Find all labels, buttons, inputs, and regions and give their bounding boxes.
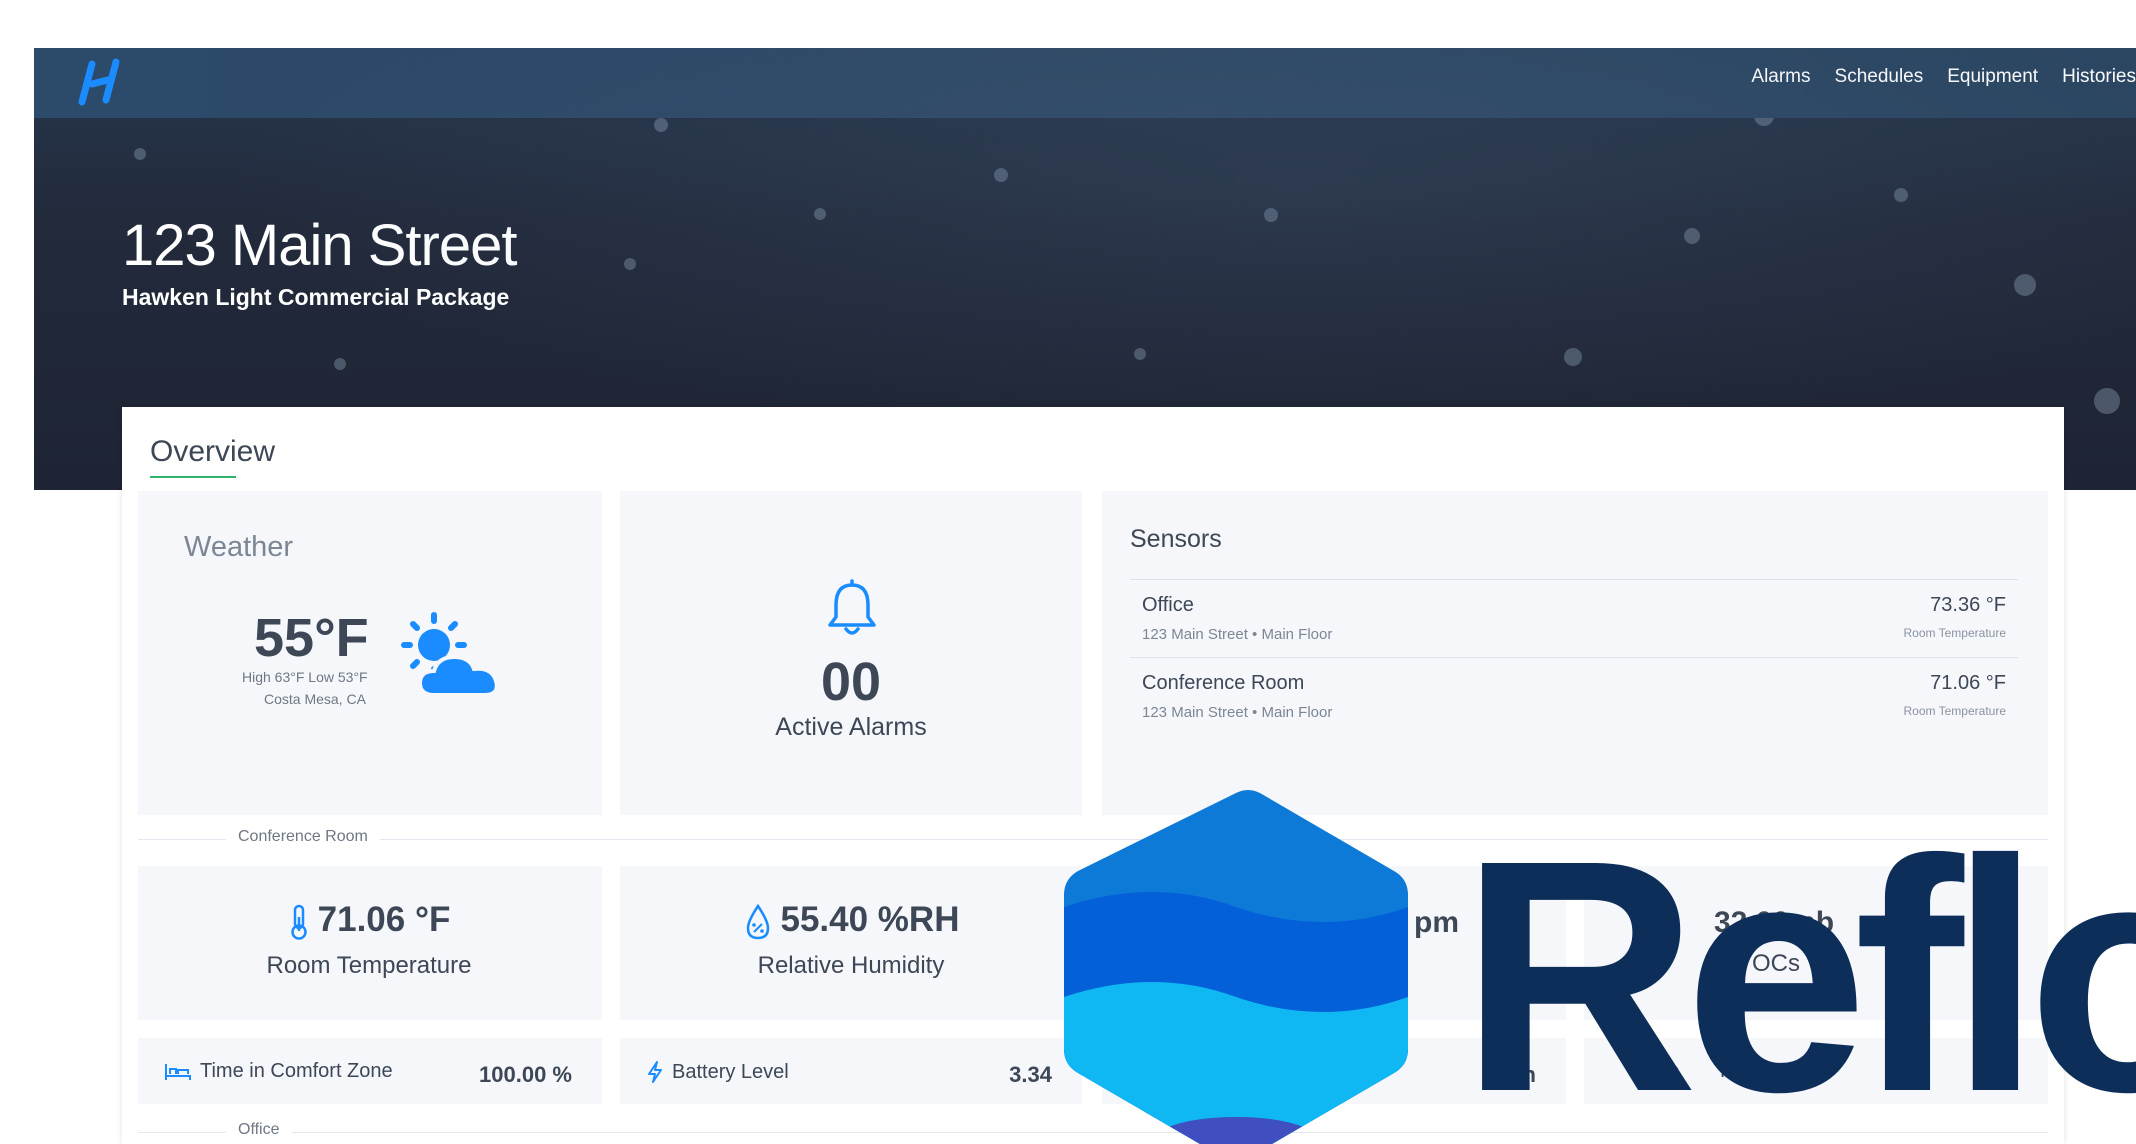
lightning-icon [648,1061,662,1083]
particle [2014,274,2036,296]
weather-panel: Weather 55°F High 63°F Low 53°F Costa Me… [138,491,602,815]
particle [334,358,346,370]
brand-overlay: Reflo [1064,787,2136,1144]
section-label-office: Office [226,1121,292,1139]
weather-location: Costa Mesa, CA [264,691,366,707]
particle [1894,188,1908,202]
battery-level-value: 3.34 [1009,1062,1052,1087]
nav-schedules[interactable]: Schedules [1835,66,1924,88]
nav-equipment[interactable]: Equipment [1947,66,2038,88]
nav-alarms[interactable]: Alarms [1751,66,1810,88]
battery-level-label-group: Battery Level [646,1060,789,1084]
particle [1564,348,1582,366]
sensor-name: Office [1142,594,1194,616]
sensor-value: 73.36 °F [1930,594,2006,616]
relative-humidity-label: Relative Humidity [757,952,945,979]
sensor-kind: Room Temperature [1903,626,2007,640]
partly-cloudy-icon [401,612,499,697]
sensors-panel: Sensors Office 123 Main Street • Main Fl… [1102,491,2048,815]
battery-level-label: Battery Level [672,1060,789,1083]
active-alarm-count: 00 [820,652,882,712]
particle [624,258,636,270]
room-temperature-value-line: 71.06 °F [138,900,600,941]
sensor-name: Conference Room [1142,672,1305,694]
section-label-conference-room: Conference Room [226,828,380,846]
relative-humidity-value-line: 55.40 %RH [620,900,1082,941]
reflo-hexagon-logo-icon [1064,790,1408,1144]
humidity-drop-icon [746,903,769,940]
hawken-logo-icon[interactable] [68,54,124,110]
particle [1264,208,1278,222]
comfort-zone-tile[interactable]: Time in Comfort Zone 100.00 % [138,1038,602,1104]
weather-high-low: High 63°F Low 53°F [242,669,368,685]
sensors-title: Sensors [1130,525,1222,553]
brand-wordmark: Reflo [1460,791,2136,1144]
alarms-panel[interactable]: 00 Active Alarms [620,491,1082,815]
comfort-zone-value: 100.00 % [479,1062,572,1087]
room-temperature-label: Room Temperature [266,952,472,979]
particle [994,168,1008,182]
weather-label: Weather [184,531,294,563]
active-alarms-label: Active Alarms [775,713,927,741]
site-subtitle: Hawken Light Commercial Package [122,284,510,310]
relative-humidity-tile[interactable]: 55.40 %RH Relative Humidity [620,866,1082,1020]
main-nav: Alarms Schedules Equipment Histories [1751,66,2136,88]
weather-temperature: 55°F [254,608,369,668]
sensor-row[interactable]: Office 123 Main Street • Main Floor 73.3… [1130,579,2018,658]
comfort-zone-label-group: Time in Comfort Zone [164,1060,393,1083]
sensor-kind: Room Temperature [1903,704,2007,718]
sensor-value: 71.06 °F [1930,672,2006,694]
relative-humidity-value: 55.40 %RH [780,900,960,939]
sensor-row[interactable]: Conference Room 123 Main Street • Main F… [1130,657,2018,736]
particle [2094,388,2120,414]
page: Alarms Schedules Equipment Histories 123… [0,0,2136,1144]
thermometer-icon [290,904,307,940]
comfort-zone-label: Time in Comfort Zone [200,1060,393,1082]
particle [654,118,668,132]
bed-icon [165,1063,191,1080]
particle [134,148,146,160]
overview-title: Overview [150,435,276,468]
bell-icon [828,579,876,635]
particle [1134,348,1146,360]
battery-level-tile[interactable]: Battery Level 3.34 [620,1038,1082,1104]
particle [814,208,826,220]
sensor-location: 123 Main Street • Main Floor [1142,704,1333,721]
room-temperature-tile[interactable]: 71.06 °F Room Temperature [138,866,602,1020]
site-title: 123 Main Street [122,213,517,278]
sensor-location: 123 Main Street • Main Floor [1142,626,1333,643]
top-navbar: Alarms Schedules Equipment Histories [34,48,2136,118]
nav-histories[interactable]: Histories [2062,66,2136,88]
particle [1684,228,1700,244]
room-temperature-value: 71.06 °F [317,900,451,939]
overview-title-underline [150,476,236,478]
